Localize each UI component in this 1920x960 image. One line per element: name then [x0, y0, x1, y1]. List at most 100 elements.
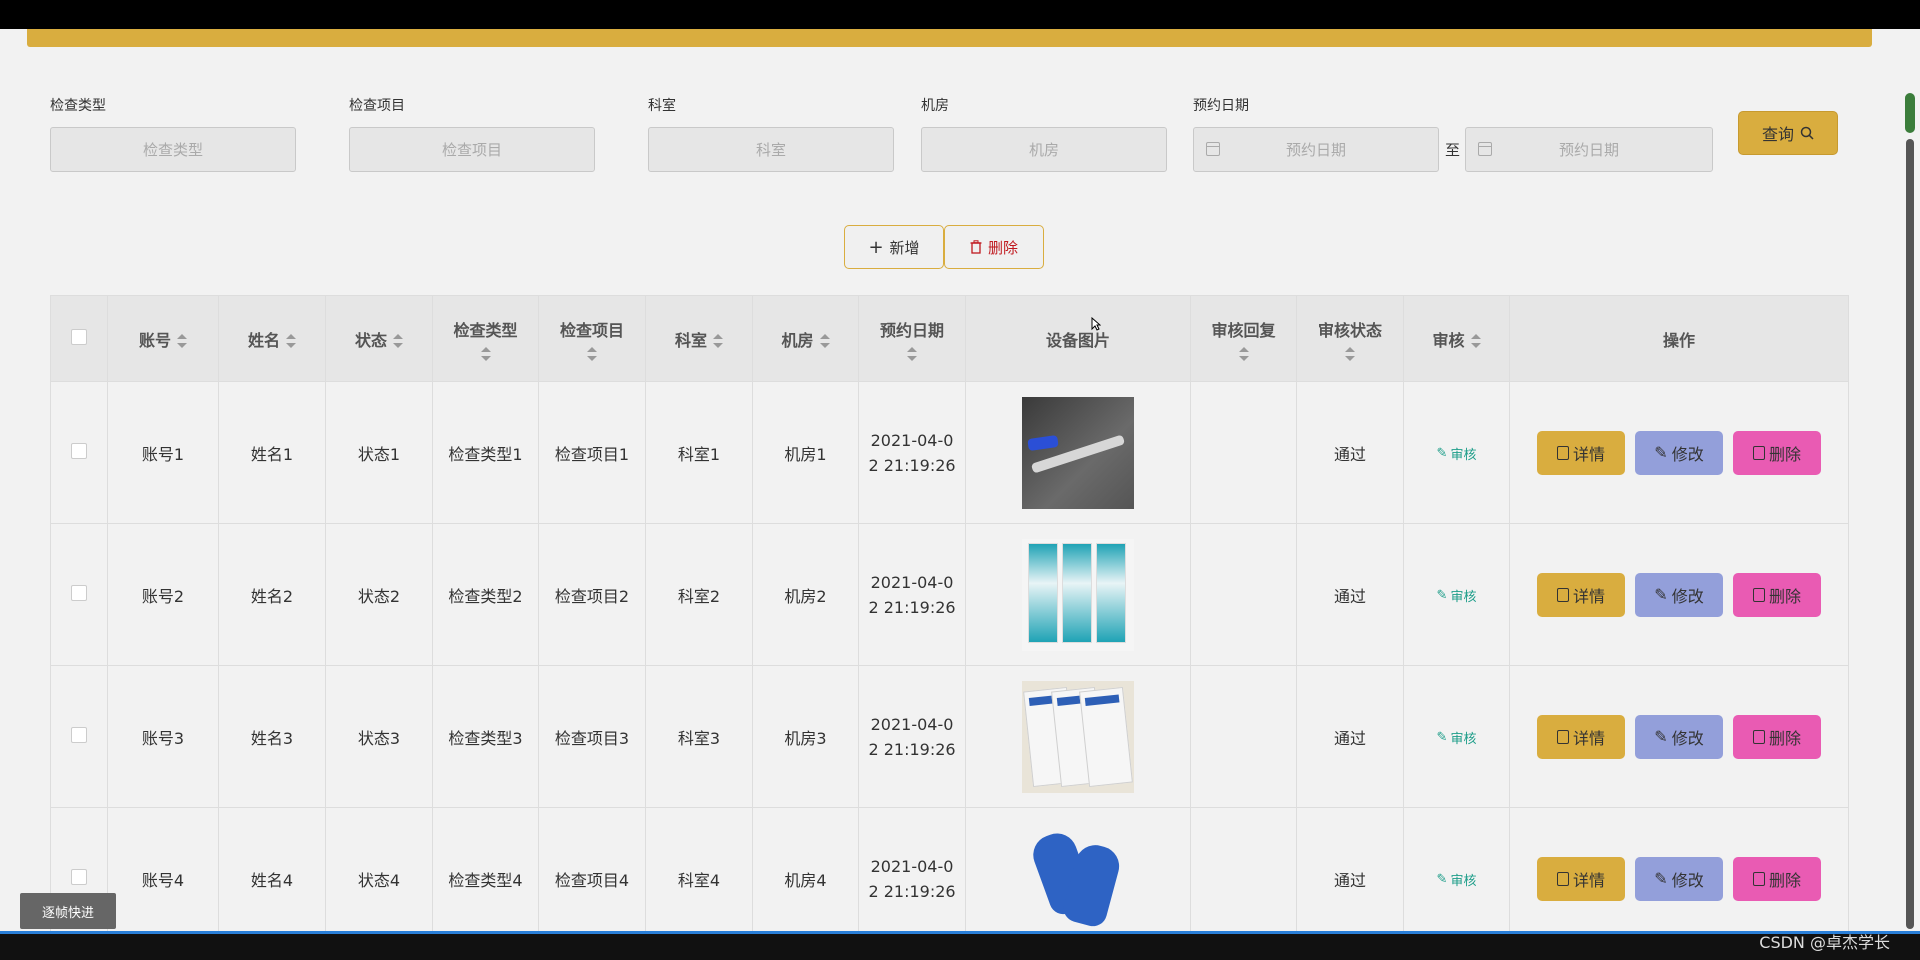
header-dept[interactable]: 科室: [645, 295, 753, 382]
sort-icon[interactable]: [1470, 334, 1481, 348]
cell-date: 2021-04-0 2 21:19:26: [858, 381, 966, 524]
filter-label-date: 预约日期: [1193, 98, 1249, 114]
cell-room: 机房3: [752, 665, 859, 808]
search-icon: [1800, 126, 1814, 140]
header-status[interactable]: 状态: [325, 295, 433, 382]
header-label: 状态: [354, 330, 387, 350]
device-image[interactable]: [1022, 396, 1134, 509]
cell-actions: 详情 ✎ 修改 删除: [1509, 665, 1849, 808]
header-exam-type[interactable]: 检查类型: [432, 295, 539, 382]
detail-button[interactable]: 详情: [1537, 714, 1625, 759]
trash-icon: [970, 240, 982, 254]
edit-button[interactable]: ✎ 修改: [1635, 572, 1723, 617]
dept-input[interactable]: 科室: [648, 127, 894, 172]
sort-icon[interactable]: [907, 346, 917, 361]
device-image[interactable]: [1022, 822, 1134, 931]
detail-label: 详情: [1572, 446, 1605, 464]
date-line-2: 2 21:19:26: [868, 739, 956, 759]
cell-reply: [1190, 665, 1297, 808]
header-exam-item[interactable]: 检查项目: [538, 295, 646, 382]
pencil-icon: ✎: [1654, 444, 1668, 462]
sort-icon[interactable]: [286, 334, 296, 348]
row-delete-label: 删除: [1768, 588, 1801, 606]
page: 检查类型 检查项目 科室 机房 预约日期 检查类型 检查项目 科室 机房 预约日…: [0, 29, 1920, 931]
edit-button[interactable]: ✎ 修改: [1635, 856, 1723, 901]
exam-type-placeholder: 检查类型: [142, 141, 203, 159]
sort-icon[interactable]: [393, 334, 403, 348]
cell-exam-item: 检查项目3: [538, 665, 646, 808]
cell-dept: 科室4: [645, 807, 753, 931]
room-input[interactable]: 机房: [921, 127, 1167, 172]
row-delete-label: 删除: [1768, 446, 1801, 464]
cell-account: 账号4: [107, 807, 219, 931]
cell-audit-status: 通过: [1296, 807, 1404, 931]
audit-link[interactable]: ✎ 审核: [1437, 586, 1477, 605]
data-table: 账号 姓名 状态 检查类型 检查项目 科室 机房 预约日期 设备图片 审核回复 …: [50, 295, 1849, 931]
header-audit[interactable]: 审核: [1403, 295, 1510, 382]
header-audit-status[interactable]: 审核状态: [1296, 295, 1404, 382]
row-checkbox[interactable]: [71, 584, 87, 601]
date-start-input[interactable]: 预约日期: [1193, 127, 1439, 172]
cell-status: 状态4: [325, 807, 433, 931]
detail-button[interactable]: 详情: [1537, 572, 1625, 617]
add-button[interactable]: + 新增: [844, 225, 944, 269]
cell-dept: 科室2: [645, 523, 753, 666]
delete-button[interactable]: 删除: [944, 225, 1044, 269]
edit-pen-icon: ✎: [1436, 872, 1448, 887]
trash-icon: [1752, 871, 1765, 886]
edit-button[interactable]: ✎ 修改: [1635, 430, 1723, 475]
audit-link[interactable]: ✎ 审核: [1437, 728, 1477, 747]
header-label: 预约日期: [879, 320, 944, 340]
device-image[interactable]: [1022, 538, 1134, 651]
sort-icon[interactable]: [1238, 346, 1249, 361]
select-all-checkbox[interactable]: [71, 328, 87, 345]
query-button[interactable]: 查询: [1738, 111, 1838, 155]
row-delete-button[interactable]: 删除: [1733, 430, 1821, 475]
exam-type-input[interactable]: 检查类型: [50, 127, 296, 172]
scrollbar-thumb[interactable]: [1906, 139, 1914, 929]
detail-button[interactable]: 详情: [1537, 430, 1625, 475]
cell-exam-item: 检查项目4: [538, 807, 646, 931]
exam-item-input[interactable]: 检查项目: [349, 127, 595, 172]
frame-advance-button[interactable]: 逐帧快进: [20, 893, 116, 929]
image-pack: [1096, 542, 1126, 643]
row-delete-button[interactable]: 删除: [1733, 714, 1821, 759]
filter-label-exam-type: 检查类型: [50, 98, 106, 114]
scroll-indicator: [1905, 93, 1915, 133]
header-reply[interactable]: 审核回复: [1190, 295, 1297, 382]
row-checkbox[interactable]: [71, 442, 87, 459]
row-delete-button[interactable]: 删除: [1733, 856, 1821, 901]
cell-date: 2021-04-0 2 21:19:26: [858, 523, 966, 666]
cell-room: 机房4: [752, 807, 859, 931]
audit-link-label: 审核: [1450, 448, 1477, 463]
audit-link-label: 审核: [1450, 732, 1477, 747]
header-date[interactable]: 预约日期: [858, 295, 966, 382]
scrollbar[interactable]: [1900, 29, 1920, 931]
edit-button[interactable]: ✎ 修改: [1635, 714, 1723, 759]
plus-icon: +: [868, 236, 884, 258]
header-room[interactable]: 机房: [752, 295, 859, 382]
sort-icon[interactable]: [587, 346, 597, 361]
header-account[interactable]: 账号: [107, 295, 219, 382]
sort-icon[interactable]: [819, 334, 830, 348]
row-checkbox[interactable]: [71, 868, 87, 885]
header-name[interactable]: 姓名: [218, 295, 326, 382]
sort-icon[interactable]: [177, 334, 187, 348]
pencil-icon: ✎: [1654, 870, 1668, 888]
trash-icon: [1752, 445, 1765, 460]
device-image[interactable]: [1022, 680, 1134, 793]
cell-name: 姓名2: [218, 523, 326, 666]
audit-link[interactable]: ✎ 审核: [1437, 870, 1477, 889]
date-end-input[interactable]: 预约日期: [1465, 127, 1713, 172]
row-delete-button[interactable]: 删除: [1733, 572, 1821, 617]
row-checkbox[interactable]: [71, 726, 87, 743]
cell-name: 姓名1: [218, 381, 326, 524]
detail-button[interactable]: 详情: [1537, 856, 1625, 901]
detail-label: 详情: [1572, 872, 1605, 890]
cell-date: 2021-04-0 2 21:19:26: [858, 807, 966, 931]
audit-link[interactable]: ✎ 审核: [1437, 444, 1477, 463]
pencil-icon: ✎: [1654, 728, 1668, 746]
sort-icon[interactable]: [1345, 346, 1355, 361]
sort-icon[interactable]: [480, 346, 491, 361]
sort-icon[interactable]: [713, 334, 723, 348]
